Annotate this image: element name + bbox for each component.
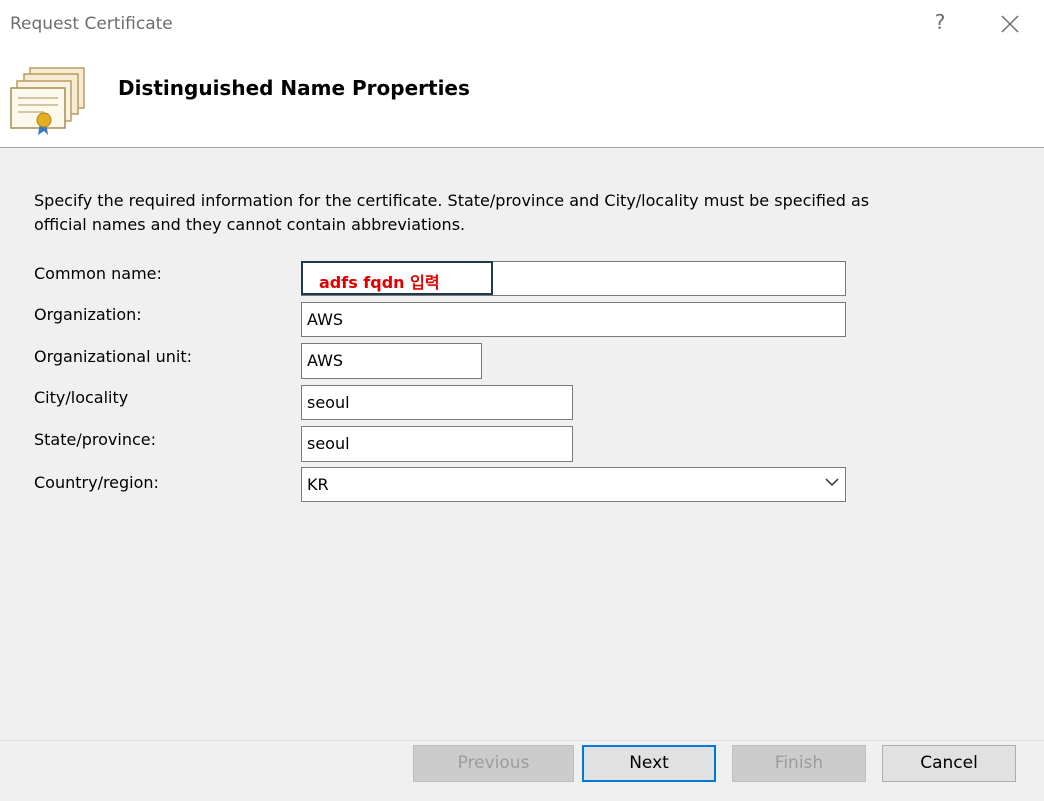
common-name-field[interactable]: adfs fqdn 입력 [301, 261, 846, 296]
organizational-unit-label: Organizational unit: [34, 347, 193, 366]
finish-button[interactable]: Finish [732, 745, 866, 782]
organization-field[interactable]: AWS [301, 302, 846, 337]
dialog-header: Request Certificate ? Distinguished Name… [0, 0, 1044, 148]
city-field[interactable]: seoul [301, 385, 573, 420]
footer-divider [0, 740, 1044, 741]
country-select[interactable]: KR [301, 467, 846, 502]
next-button[interactable]: Next [582, 745, 716, 782]
chevron-down-icon[interactable] [825, 477, 839, 487]
instructions-text: Specify the required information for the… [34, 191, 870, 234]
close-icon[interactable] [998, 12, 1022, 36]
certificate-icon [10, 67, 85, 135]
common-name-annotation: adfs fqdn 입력 [301, 261, 493, 295]
help-icon[interactable]: ? [930, 10, 950, 34]
state-label: State/province: [34, 430, 156, 449]
previous-button[interactable]: Previous [413, 745, 574, 782]
page-title: Distinguished Name Properties [118, 76, 470, 100]
organization-label: Organization: [34, 305, 142, 324]
cancel-button[interactable]: Cancel [882, 745, 1016, 782]
country-select-value: KR [307, 475, 329, 494]
country-label: Country/region: [34, 473, 159, 492]
state-field[interactable]: seoul [301, 426, 573, 462]
window-title: Request Certificate [10, 14, 173, 34]
city-label: City/locality [34, 388, 129, 407]
common-name-label: Common name: [34, 264, 162, 283]
organizational-unit-field[interactable]: AWS [301, 343, 482, 379]
